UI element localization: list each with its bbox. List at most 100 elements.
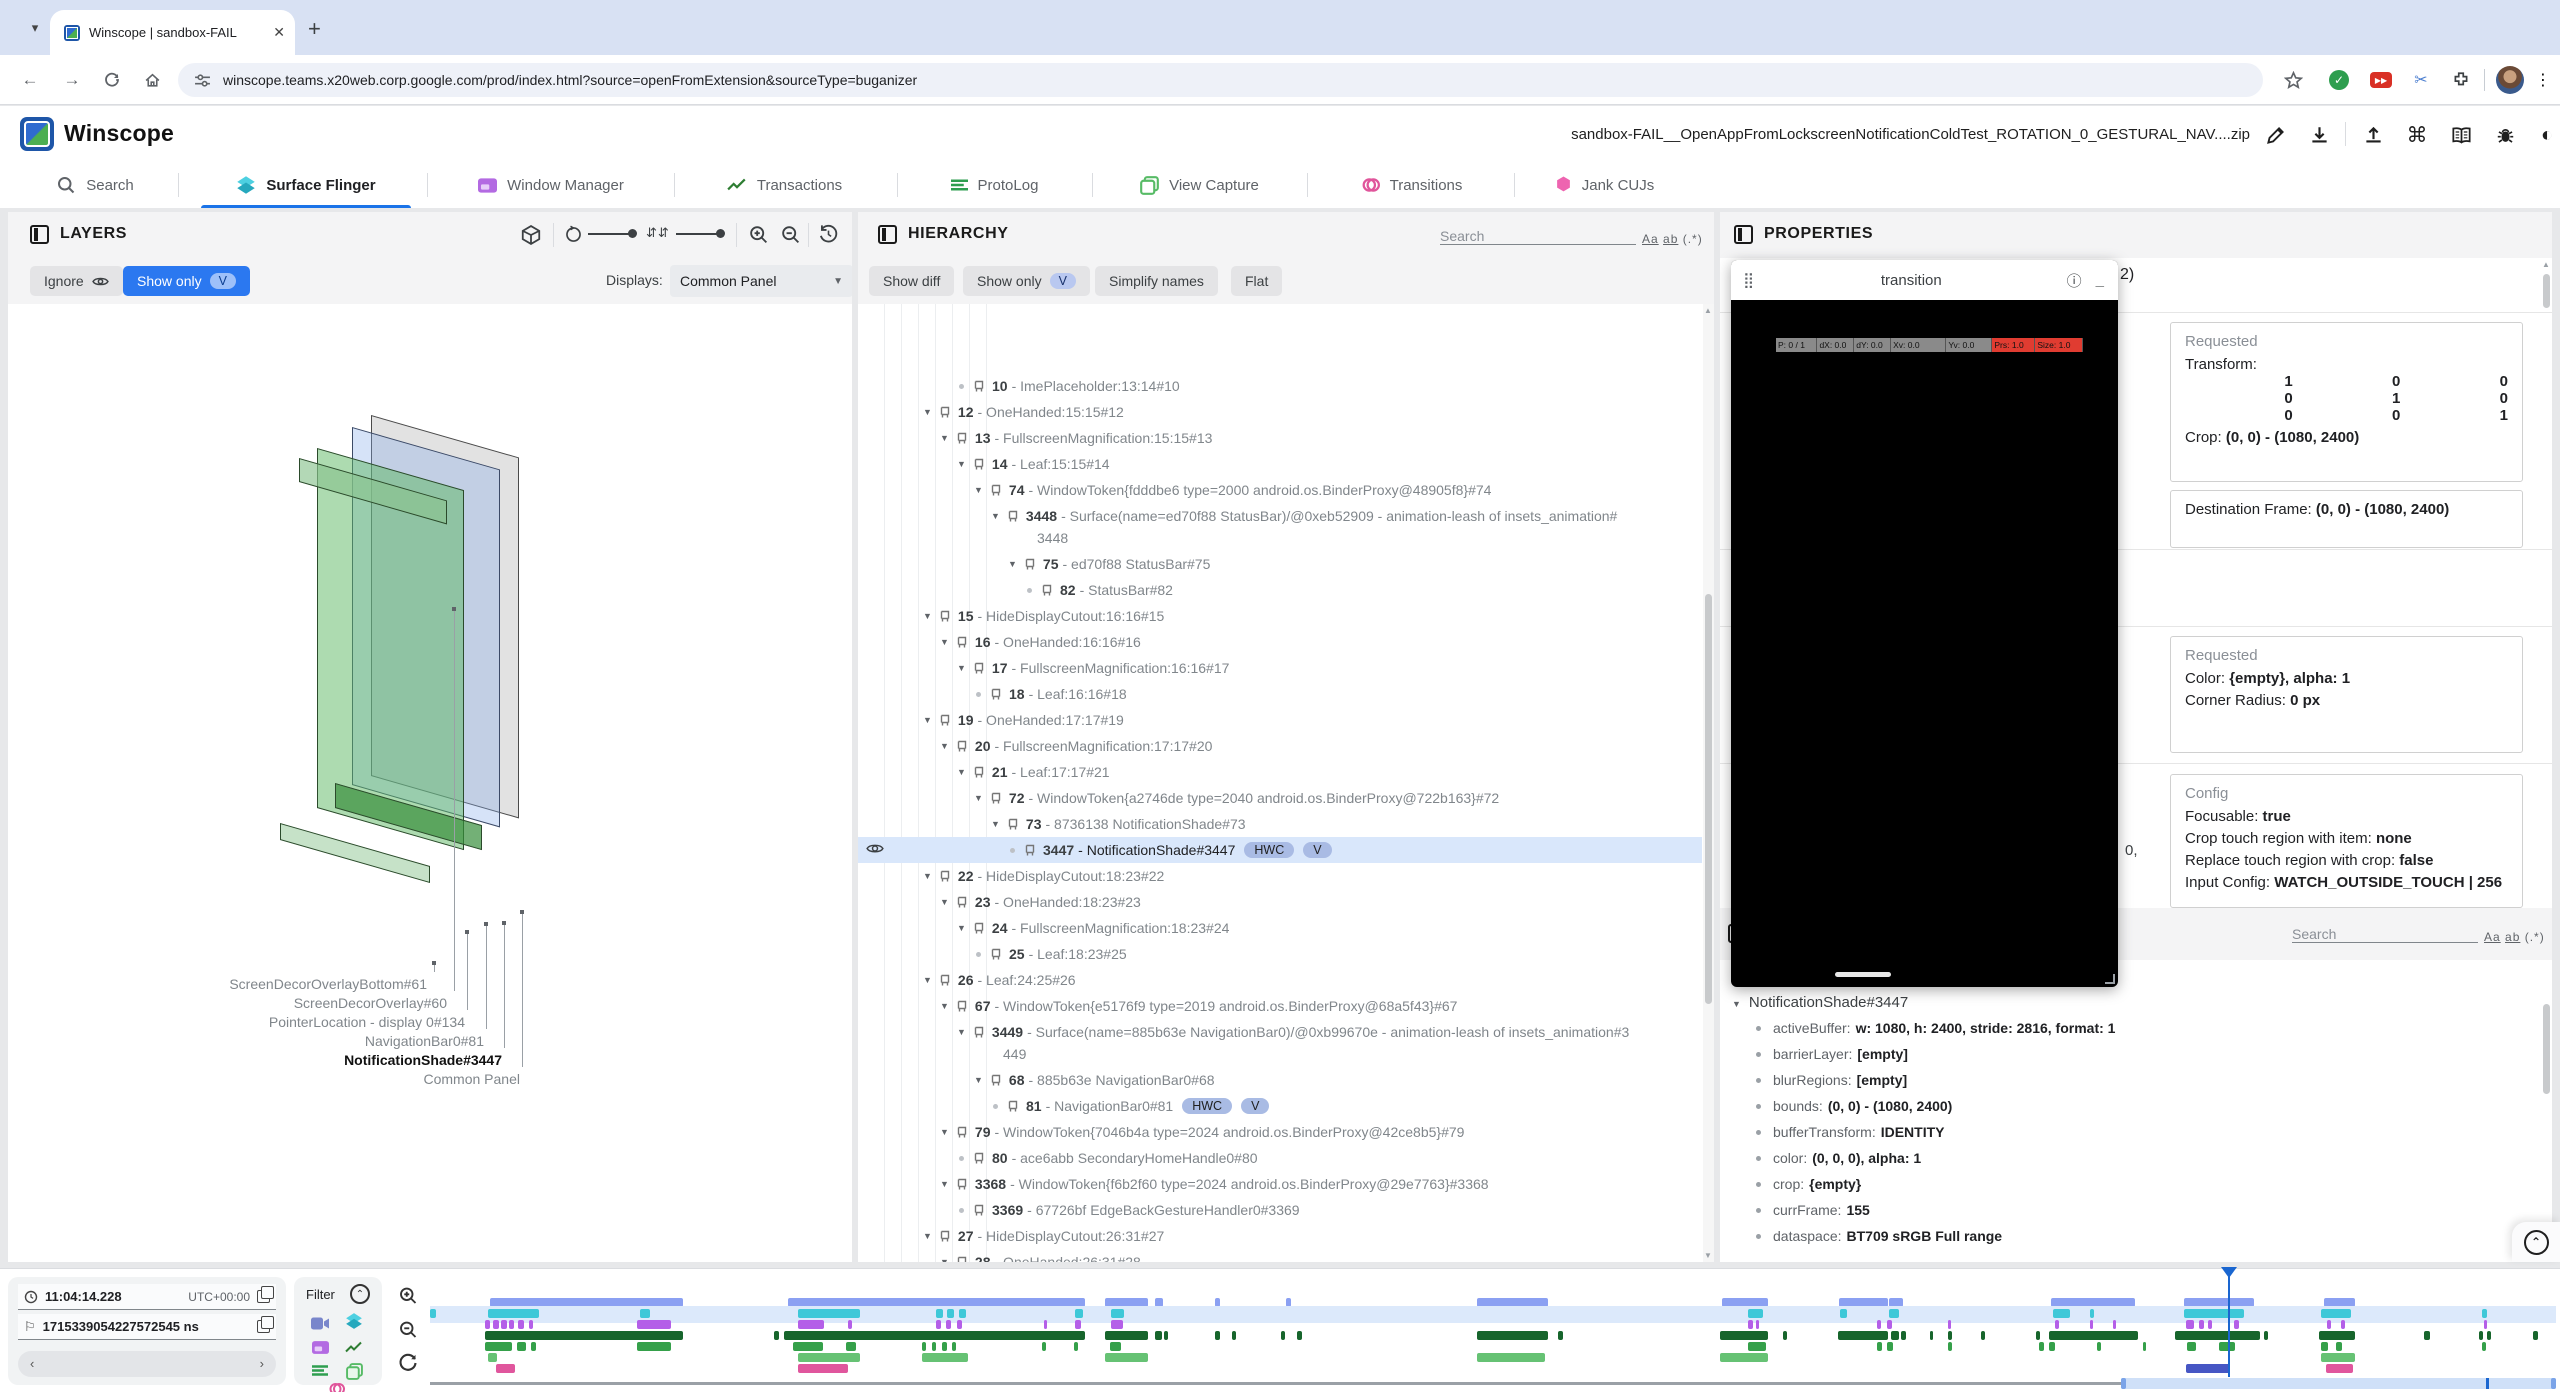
tree-node-80[interactable]: 80 - ace6abb SecondaryHomeHandle0#80 — [858, 1145, 1258, 1171]
tree-node-74[interactable]: ▼74 - WindowToken{fdddbe6 type=2000 andr… — [858, 477, 1491, 503]
slider-handle-left[interactable] — [2121, 1378, 2126, 1389]
tree-node-3447[interactable]: 3447 - NotificationShade#3447HWCV — [858, 837, 1332, 863]
browser-menu-icon[interactable]: ⋮ — [2532, 69, 2554, 91]
expand-arrow-icon[interactable]: ▼ — [940, 741, 949, 751]
bookmark-star-icon[interactable] — [2282, 69, 2304, 91]
tab-window-manager[interactable]: Window Manager — [440, 162, 662, 208]
expand-arrow-icon[interactable]: ▼ — [923, 1231, 932, 1241]
expand-arrow-icon[interactable]: ▼ — [923, 407, 932, 417]
expand-arrow-icon[interactable]: ▼ — [991, 511, 1000, 521]
search-options-icons[interactable]: Aa ab (.*) — [1642, 232, 1703, 246]
back-icon[interactable]: ← — [18, 68, 42, 92]
tab-search-icon[interactable]: ▾ — [22, 15, 48, 41]
expand-arrow-icon[interactable]: ▼ — [940, 897, 949, 907]
wall-clock-field[interactable]: 11:04:14.228 UTC+00:00 — [18, 1284, 276, 1310]
panel-collapse-icon[interactable] — [1734, 225, 1753, 244]
expand-arrow-icon[interactable]: ▼ — [940, 1001, 949, 1011]
surface-flinger-filter-icon[interactable] — [344, 1311, 364, 1331]
tree-node-13[interactable]: ▼13 - FullscreenMagnification:15:15#13 — [858, 425, 1212, 451]
screen-recording-filter-icon[interactable] — [310, 1313, 330, 1333]
curr-property-blurRegions[interactable]: blurRegions:[empty] — [1756, 1072, 1907, 1088]
tab-surface-flinger[interactable]: Surface Flinger — [197, 162, 415, 208]
expand-arrow-icon[interactable]: ▼ — [923, 871, 932, 881]
tab-transitions[interactable]: Transitions — [1322, 162, 1502, 208]
timeline-tracks[interactable] — [430, 1269, 2556, 1392]
tree-node-72[interactable]: ▼72 - WindowToken{a2746de type=2040 andr… — [858, 785, 1499, 811]
tree-node-22[interactable]: ▼22 - HideDisplayCutout:18:23#22 — [858, 863, 1164, 889]
tree-node-12[interactable]: ▼12 - OneHanded:15:15#12 — [858, 399, 1124, 425]
expand-arrow-icon[interactable]: ▼ — [923, 715, 932, 725]
documentation-icon[interactable] — [2448, 122, 2474, 148]
home-icon[interactable] — [140, 68, 164, 92]
tree-node-3368[interactable]: ▼3368 - WindowToken{f6b2f60 type=2024 an… — [858, 1171, 1489, 1197]
show-diff-button[interactable]: Show diff — [869, 266, 954, 296]
ignore-button[interactable]: Ignore — [30, 266, 123, 296]
tab-view-capture[interactable]: View Capture — [1107, 162, 1292, 208]
expand-arrow-icon[interactable]: ▼ — [957, 923, 966, 933]
window-manager-filter-icon[interactable] — [310, 1337, 330, 1357]
cube-3d-icon[interactable] — [520, 224, 542, 246]
edit-icon[interactable] — [2262, 122, 2288, 148]
reload-icon[interactable] — [100, 68, 124, 92]
frame-navigation-strip[interactable]: ‹ › — [18, 1351, 276, 1377]
minimize-icon[interactable]: _ — [2096, 272, 2104, 289]
bug-report-icon[interactable] — [2492, 122, 2518, 148]
tree-node-17[interactable]: ▼17 - FullscreenMagnification:16:16#17 — [858, 655, 1229, 681]
tab-jank-cujs[interactable]: Jank CUJs — [1527, 162, 1682, 208]
reset-view-icon[interactable] — [818, 224, 839, 245]
site-settings-icon[interactable] — [194, 72, 211, 89]
show-only-button[interactable]: Show onlyV — [963, 266, 1090, 296]
zoom-in-icon[interactable] — [748, 224, 769, 245]
drag-handle-icon[interactable]: ⣿ — [1743, 271, 1756, 289]
simplify-names-button[interactable]: Simplify names — [1095, 266, 1218, 296]
tree-node-68[interactable]: ▼68 - 885b63e NavigationBar0#68 — [858, 1067, 1215, 1093]
tab-transactions[interactable]: Transactions — [687, 162, 882, 208]
slider-range[interactable] — [2121, 1378, 2556, 1389]
protolog-filter-icon[interactable] — [310, 1361, 330, 1381]
hierarchy-scrollbar[interactable]: ▲ ▼ — [1703, 304, 1714, 1262]
tree-node-16[interactable]: ▼16 - OneHanded:16:16#16 — [858, 629, 1141, 655]
prev-frame-icon[interactable]: ‹ — [30, 1356, 34, 1371]
tree-node-79[interactable]: ▼79 - WindowToken{7046b4a type=2024 andr… — [858, 1119, 1464, 1145]
collapse-filter-icon[interactable]: ⌃ — [350, 1284, 370, 1304]
tab-close-icon[interactable]: ✕ — [273, 24, 285, 41]
curr-property-crop[interactable]: crop:{empty} — [1756, 1176, 1861, 1192]
address-bar[interactable]: winscope.teams.x20web.corp.google.com/pr… — [178, 63, 2263, 97]
expand-arrow-icon[interactable]: ▼ — [957, 663, 966, 673]
expand-arrow-icon[interactable]: ▼ — [940, 1179, 949, 1189]
expand-arrow-icon[interactable]: ▼ — [923, 611, 932, 621]
expand-arrow-icon[interactable]: ▼ — [940, 637, 949, 647]
expand-arrow-icon[interactable]: ▼ — [957, 1027, 966, 1037]
expand-arrow-icon[interactable]: ▼ — [940, 433, 949, 443]
curr-scrollbar[interactable]: ▼ — [2541, 960, 2552, 1262]
shortcuts-icon[interactable]: ⌘ — [2404, 122, 2430, 148]
expand-arrow-icon[interactable]: ▼ — [957, 767, 966, 777]
panel-collapse-icon[interactable] — [30, 225, 49, 244]
copy-icon[interactable] — [257, 1290, 270, 1303]
tree-node-73[interactable]: ▼73 - 8736138 NotificationShade#73 — [858, 811, 1246, 837]
tree-node-81[interactable]: 81 - NavigationBar0#81HWCV — [858, 1093, 1269, 1119]
curr-property-color[interactable]: color:(0, 0, 0), alpha: 1 — [1756, 1150, 1921, 1166]
expand-arrow-icon[interactable]: ▼ — [957, 459, 966, 469]
properties-scrollbar[interactable]: ▲ — [2541, 258, 2552, 358]
tree-node-21[interactable]: ▼21 - Leaf:17:17#21 — [858, 759, 1110, 785]
expand-timeline-button[interactable]: ⌃ — [2512, 1222, 2560, 1262]
tab-search[interactable]: Search — [30, 162, 160, 208]
tree-node-26[interactable]: ▼26 - Leaf:24:25#26 — [858, 967, 1076, 993]
copy-icon[interactable] — [257, 1320, 270, 1333]
tree-node-27[interactable]: ▼27 - HideDisplayCutout:26:31#27 — [858, 1223, 1164, 1249]
zoom-out-icon[interactable] — [780, 224, 801, 245]
tree-node-75[interactable]: ▼75 - ed70f88 StatusBar#75 — [858, 551, 1210, 577]
displays-select[interactable]: Common Panel ▼ — [670, 265, 852, 297]
visibility-eye-icon[interactable] — [866, 841, 884, 856]
upload-icon[interactable] — [2360, 122, 2386, 148]
browser-tab[interactable]: Winscope | sandbox-FAIL ✕ — [50, 10, 295, 55]
curr-root-node[interactable]: ▼NotificationShade#3447 — [1732, 994, 1908, 1011]
transition-overlay[interactable]: ⣿ transition ⓘ _ P: 0 / 1dX: 0.0dY: 0.0X… — [1731, 260, 2118, 987]
timeline-cursor-handle[interactable] — [2221, 1267, 2237, 1286]
tree-node-18[interactable]: 18 - Leaf:16:16#18 — [858, 681, 1127, 707]
expand-arrow-icon[interactable]: ▼ — [974, 793, 983, 803]
expand-arrow-icon[interactable]: ▼ — [940, 1257, 949, 1262]
tree-node-82[interactable]: 82 - StatusBar#82 — [858, 577, 1173, 603]
transactions-filter-icon[interactable] — [344, 1337, 364, 1357]
